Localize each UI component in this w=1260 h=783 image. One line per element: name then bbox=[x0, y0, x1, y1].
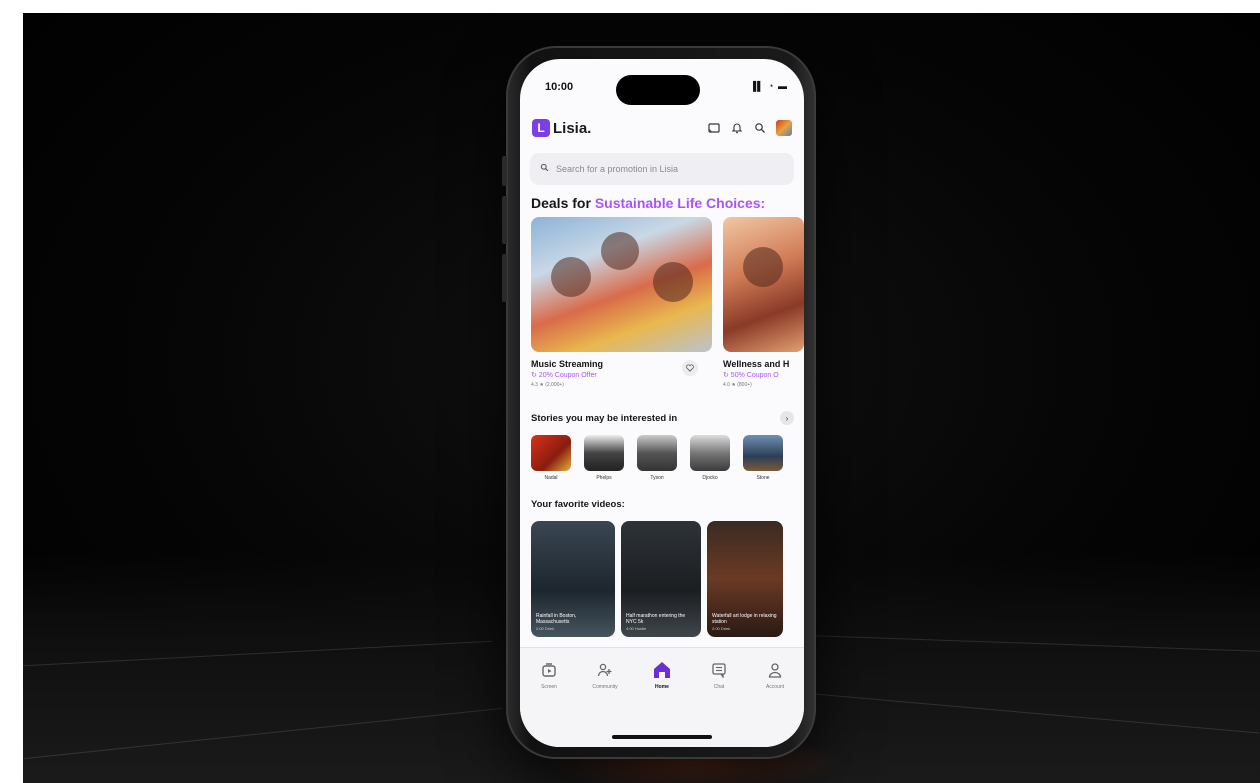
side-button bbox=[502, 196, 507, 244]
story-thumbnail bbox=[690, 435, 730, 471]
status-icons: ▐▌ ◔ ▬ bbox=[749, 81, 788, 91]
app-bar-actions bbox=[707, 120, 792, 136]
play-screen-icon bbox=[528, 660, 570, 680]
tab-label: Chat bbox=[713, 684, 725, 690]
cast-icon[interactable] bbox=[707, 121, 721, 135]
story-name: Stone bbox=[756, 475, 770, 481]
status-time: 10:00 bbox=[545, 81, 574, 93]
image-figure bbox=[551, 257, 591, 297]
deals-title-prefix: Deals for bbox=[531, 195, 595, 211]
chat-icon bbox=[698, 660, 740, 680]
deal-card-image[interactable] bbox=[531, 217, 712, 352]
deals-title-accent: Sustainable Life Choices: bbox=[594, 195, 766, 211]
tab-label: Home bbox=[655, 684, 669, 690]
tab-community[interactable]: Community bbox=[584, 660, 626, 690]
bottom-tab-bar: Screen Community Home Chat Account bbox=[520, 647, 804, 747]
video-title: Rainfall in Boston, Massachusetts bbox=[536, 612, 577, 626]
dynamic-island bbox=[616, 75, 700, 105]
story-thumbnail bbox=[584, 435, 624, 471]
story-thumbnail bbox=[743, 435, 783, 471]
image-figure bbox=[743, 247, 783, 287]
story-item[interactable]: Phelps bbox=[584, 435, 624, 481]
brand-name: Lisia. bbox=[553, 119, 592, 137]
side-button bbox=[502, 254, 507, 302]
tab-screen[interactable]: Screen bbox=[528, 660, 570, 690]
deal-name[interactable]: Wellness and H bbox=[723, 359, 789, 369]
search-input[interactable]: Search for a promotion in Lisia bbox=[530, 153, 794, 185]
tab-home[interactable]: Home bbox=[641, 660, 683, 690]
story-thumbnail bbox=[637, 435, 677, 471]
story-item[interactable]: Stone bbox=[743, 435, 783, 481]
video-card[interactable]: Waterfall art lodge in relaxing station … bbox=[707, 521, 783, 637]
phone-screen: 10:00 ▐▌ ◔ ▬ L Lisia. Search for a promo… bbox=[520, 59, 804, 747]
tab-account[interactable]: Account bbox=[754, 660, 796, 690]
story-item[interactable]: Djocko bbox=[690, 435, 730, 481]
deals-title: Deals for Sustainable Life Choices: bbox=[531, 195, 765, 211]
video-card[interactable]: Rainfall in Boston, Massachusetts 2:00 D… bbox=[531, 521, 615, 637]
search-placeholder: Search for a promotion in Lisia bbox=[556, 164, 679, 174]
deal-rating: 4.0 ★ (800+) bbox=[723, 382, 752, 388]
favorite-videos-title: Your favorite videos: bbox=[531, 499, 625, 510]
home-indicator[interactable] bbox=[612, 735, 712, 739]
search-icon[interactable] bbox=[753, 121, 767, 135]
deal-card-image[interactable] bbox=[723, 217, 804, 352]
video-duration: 2:00 Drink bbox=[712, 625, 731, 631]
deal-offer: ↻ 20% Coupon Offer bbox=[531, 372, 597, 379]
avatar[interactable] bbox=[776, 120, 792, 136]
story-name: Djocko bbox=[702, 475, 718, 481]
story-item[interactable]: Tyson bbox=[637, 435, 677, 481]
video-duration: 4:00 Hustle bbox=[626, 625, 647, 631]
story-item[interactable]: Nadal bbox=[531, 435, 571, 481]
home-icon bbox=[641, 660, 683, 680]
video-caption: Half marathon entering the NYC 5k 4:00 H… bbox=[626, 613, 696, 631]
add-person-icon bbox=[584, 660, 626, 680]
person-icon bbox=[754, 660, 796, 680]
story-thumbnail bbox=[531, 435, 571, 471]
video-caption: Rainfall in Boston, Massachusetts 2:00 D… bbox=[536, 613, 610, 631]
video-title: Waterfall art lodge in relaxing station bbox=[712, 612, 777, 626]
deal-name[interactable]: Music Streaming bbox=[531, 359, 603, 369]
search-icon bbox=[540, 163, 549, 175]
tab-chat[interactable]: Chat bbox=[698, 660, 740, 690]
image-figure bbox=[601, 232, 639, 270]
video-duration: 2:00 Drink bbox=[536, 625, 555, 631]
logo-icon: L bbox=[532, 119, 550, 137]
bell-icon[interactable] bbox=[730, 121, 744, 135]
video-card[interactable]: Half marathon entering the NYC 5k 4:00 H… bbox=[621, 521, 701, 637]
chevron-right-icon[interactable]: › bbox=[780, 411, 794, 425]
video-title: Half marathon entering the NYC 5k bbox=[626, 612, 686, 626]
background-stage: 10:00 ▐▌ ◔ ▬ L Lisia. Search for a promo… bbox=[23, 13, 1260, 783]
side-button bbox=[502, 156, 507, 186]
stories-title: Stories you may be interested in bbox=[531, 413, 678, 424]
tab-label: Screen bbox=[541, 684, 557, 690]
deal-offer: ↻ 50% Coupon O bbox=[723, 372, 779, 379]
story-name: Tyson bbox=[650, 475, 664, 481]
deal-rating: 4.3 ★ (2,000+) bbox=[531, 382, 564, 388]
tab-label: Account bbox=[765, 684, 785, 690]
app-bar: L Lisia. bbox=[532, 115, 792, 141]
image-figure bbox=[653, 262, 693, 302]
story-name: Nadal bbox=[544, 475, 558, 481]
phone-frame: 10:00 ▐▌ ◔ ▬ L Lisia. Search for a promo… bbox=[502, 46, 816, 759]
favorite-button[interactable] bbox=[682, 360, 698, 376]
video-caption: Waterfall art lodge in relaxing station … bbox=[712, 613, 778, 631]
tab-label: Community bbox=[592, 684, 618, 690]
story-name: Phelps bbox=[596, 475, 612, 481]
